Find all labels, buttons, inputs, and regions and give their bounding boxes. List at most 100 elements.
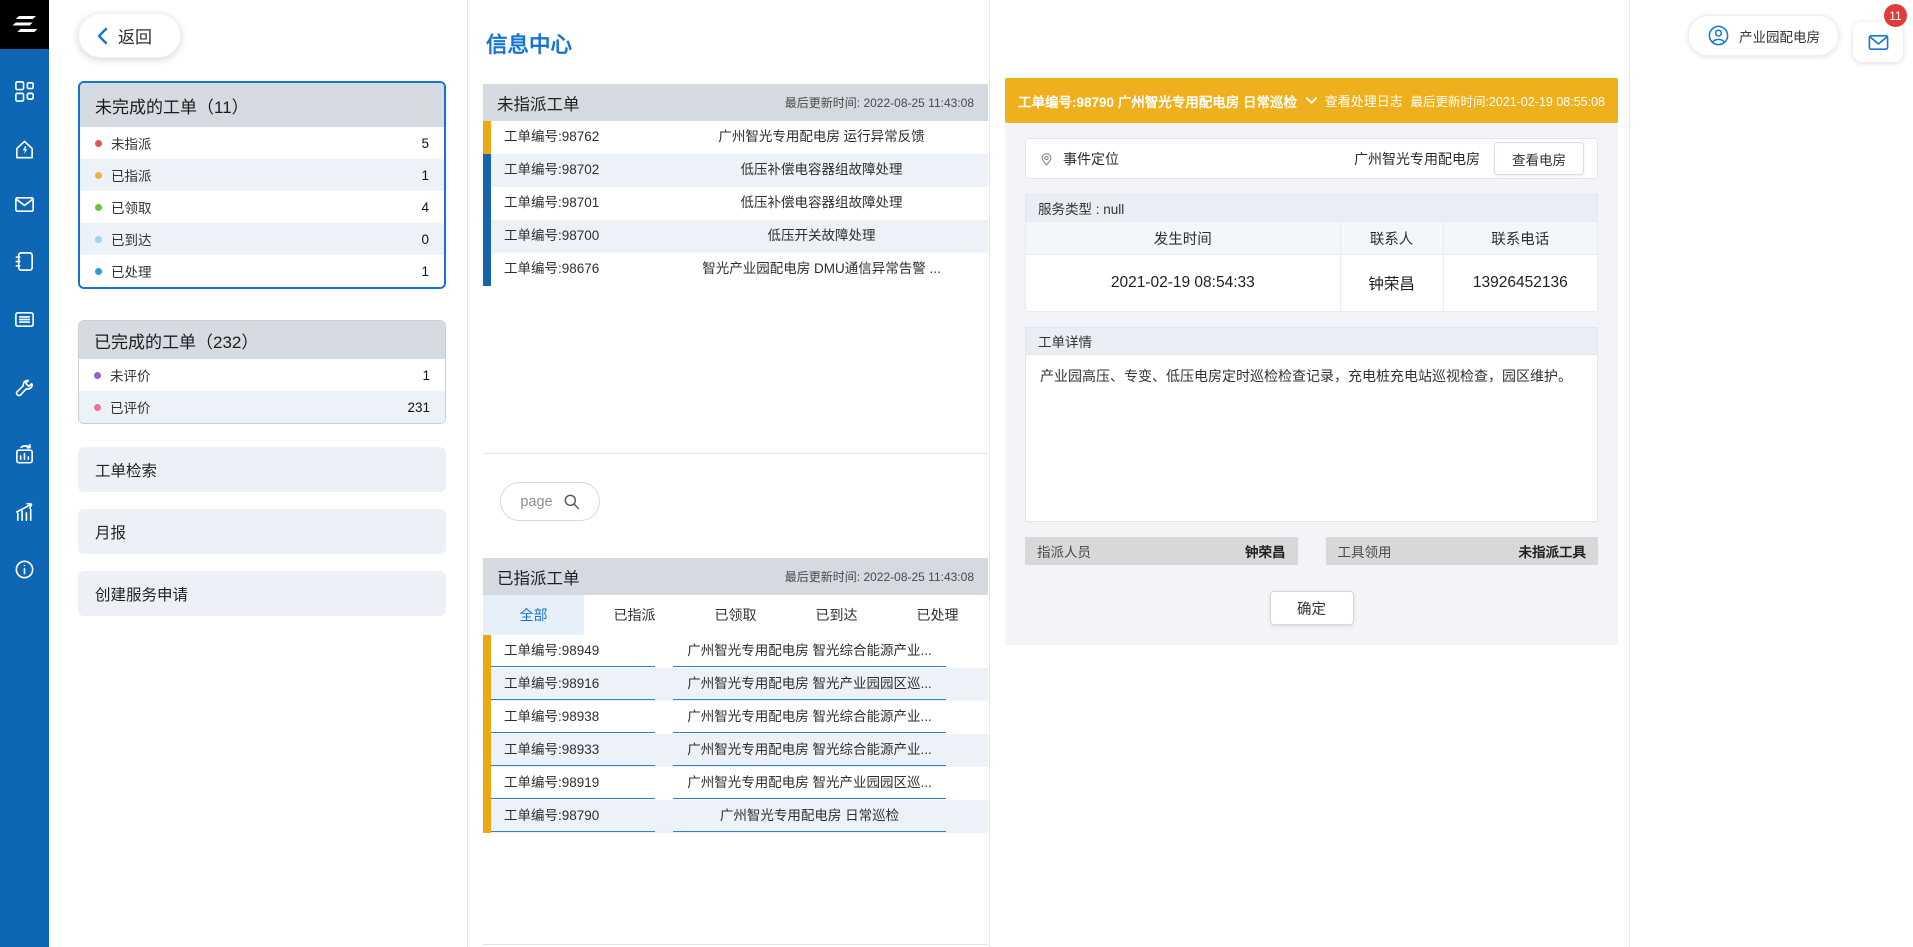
row-status-bar (483, 220, 491, 253)
assigned-tab-bar: 全部 已指派 已领取 已到达 已处理 (483, 595, 988, 635)
status-label: 未指派 (111, 133, 152, 153)
row-status-bar (483, 187, 491, 220)
assignee-value: 钟荣昌 (1245, 541, 1286, 561)
status-dot-icon (94, 404, 101, 411)
info-icon[interactable] (13, 558, 36, 581)
event-location-label: 事件定位 (1063, 149, 1119, 169)
status-row[interactable]: 已指派 1 (80, 159, 444, 191)
assignee-label: 指派人员 (1037, 541, 1091, 561)
wrench-icon[interactable] (13, 378, 36, 401)
assigned-updated-time: 最后更新时间: 2022-08-25 11:43:08 (785, 568, 974, 585)
page-search-input[interactable]: page (500, 482, 600, 521)
center-column-divider (989, 0, 990, 947)
tools-value: 未指派工具 (1519, 541, 1587, 561)
event-location-card: 事件定位 广州智光专用配电房 查看电房 (1025, 138, 1598, 179)
order-description: 广州智光专用配电房 运行异常反馈 (655, 121, 988, 154)
row-status-bar (483, 767, 491, 800)
row-status-bar (483, 121, 491, 154)
unfinished-orders-card[interactable]: 未完成的工单（11） 未指派 5 已指派 1 已领取 4 已到达 (78, 81, 446, 289)
current-user-button[interactable]: 产业园配电房 (1688, 15, 1839, 56)
location-pin-icon (1039, 151, 1054, 167)
unassigned-panel-title: 未指派工单 (497, 91, 580, 115)
status-dot-icon (95, 140, 102, 147)
view-power-room-button[interactable]: 查看电房 (1494, 142, 1584, 175)
order-description: 广州智光专用配电房 智光产业园园区巡... (673, 767, 946, 799)
order-number: 工单编号:98933 (491, 734, 655, 766)
status-row[interactable]: 已处理 1 (80, 255, 444, 287)
tools-label: 工具领用 (1338, 541, 1392, 561)
order-number: 工单编号:98916 (491, 668, 655, 700)
status-row[interactable]: 已到达 0 (80, 223, 444, 255)
envelope-icon (1867, 31, 1890, 54)
work-order-row[interactable]: 工单编号:98919 广州智光专用配电房 智光产业园园区巡... (483, 767, 988, 800)
home-energy-icon[interactable] (13, 138, 36, 161)
menu-create-service-request[interactable]: 创建服务申请 (78, 571, 446, 616)
tools-bar: 工具领用 未指派工具 (1326, 537, 1599, 565)
assigned-tab[interactable]: 已领取 (685, 595, 786, 635)
assigned-tab[interactable]: 已处理 (887, 595, 988, 635)
trend-chart-icon[interactable] (13, 500, 36, 523)
work-order-row[interactable]: 工单编号:98762 广州智光专用配电房 运行异常反馈 (483, 121, 988, 154)
unassigned-order-list: 工单编号:98762 广州智光专用配电房 运行异常反馈 工单编号:98702 低… (483, 121, 988, 454)
order-description: 低压补偿电容器组故障处理 (655, 187, 988, 220)
order-detail-updated-time: 最后更新时间:2021-02-19 08:55:08 (1410, 91, 1605, 110)
status-row[interactable]: 已领取 4 (80, 191, 444, 223)
assignment-bars: 指派人员 钟荣昌 工具领用 未指派工具 (1025, 537, 1598, 565)
unassigned-updated-time: 最后更新时间: 2022-08-25 11:43:08 (785, 94, 974, 111)
work-order-row[interactable]: 工单编号:98702 低压补偿电容器组故障处理 (483, 154, 988, 187)
chevron-left-icon (97, 27, 108, 45)
finished-orders-title: 已完成的工单（232） (79, 321, 445, 359)
assigned-tab[interactable]: 已指派 (584, 595, 685, 635)
task-list-icon[interactable] (13, 308, 36, 331)
order-number: 工单编号:98949 (491, 635, 655, 667)
work-order-row[interactable]: 工单编号:98700 低压开关故障处理 (483, 220, 988, 253)
messages-button[interactable] (1853, 22, 1903, 62)
status-row[interactable]: 已评价 231 (79, 391, 445, 423)
unassigned-panel-header: 未指派工单 最后更新时间: 2022-08-25 11:43:08 (483, 84, 988, 121)
row-status-bar (483, 635, 491, 668)
chevron-down-icon (1305, 96, 1318, 105)
work-order-row[interactable]: 工单编号:98916 广州智光专用配电房 智光产业园园区巡... (483, 668, 988, 701)
status-row[interactable]: 未指派 5 (80, 127, 444, 159)
status-count: 1 (421, 168, 429, 183)
status-row[interactable]: 未评价 1 (79, 359, 445, 391)
apps-grid-icon[interactable] (13, 79, 36, 102)
status-count: 231 (407, 400, 430, 415)
finished-orders-card[interactable]: 已完成的工单（232） 未评价 1 已评价 231 (78, 320, 446, 424)
status-count: 4 (421, 200, 429, 215)
confirm-button[interactable]: 确定 (1270, 591, 1354, 625)
order-description: 广州智光专用配电房 智光综合能源产业... (673, 734, 946, 766)
order-number: 工单编号:98790 (491, 800, 655, 832)
status-label: 已指派 (111, 165, 152, 185)
work-order-row[interactable]: 工单编号:98676 智光产业园配电房 DMU通信异常告警 ... (483, 253, 988, 286)
assigned-order-list: 工单编号:98949 广州智光专用配电房 智光综合能源产业... 工单编号:98… (483, 635, 988, 945)
work-order-row[interactable]: 工单编号:98938 广州智光专用配电房 智光综合能源产业... (483, 701, 988, 734)
order-number: 工单编号:98702 (491, 154, 655, 187)
column-header-time: 发生时间 (1026, 222, 1341, 255)
row-status-bar (483, 668, 491, 701)
sidebar (0, 0, 49, 947)
app-logo[interactable] (0, 0, 49, 49)
work-order-row[interactable]: 工单编号:98790 广州智光专用配电房 日常巡检 (483, 800, 988, 833)
view-process-log-link[interactable]: 查看处理日志 (1305, 91, 1403, 110)
work-order-row[interactable]: 工单编号:98701 低压补偿电容器组故障处理 (483, 187, 988, 220)
contact-table: 发生时间 联系人 联系电话 2021-02-19 08:54:33 钟荣昌 13… (1025, 221, 1598, 312)
back-label: 返回 (118, 23, 152, 48)
finished-status-list: 未评价 1 已评价 231 (79, 359, 445, 423)
notebook-icon[interactable] (13, 250, 36, 273)
view-process-log-label: 查看处理日志 (1325, 91, 1403, 110)
row-status-bar (483, 253, 491, 286)
menu-monthly-report[interactable]: 月报 (78, 509, 446, 554)
assigned-panel-title: 已指派工单 (497, 565, 580, 589)
work-order-row[interactable]: 工单编号:98933 广州智光专用配电房 智光综合能源产业... (483, 734, 988, 767)
mail-icon[interactable] (13, 193, 36, 216)
menu-order-search[interactable]: 工单检索 (78, 447, 446, 492)
status-label: 已领取 (111, 197, 152, 217)
status-dot-icon (95, 204, 102, 211)
work-order-row[interactable]: 工单编号:98949 广州智光专用配电房 智光综合能源产业... (483, 635, 988, 668)
assigned-tab[interactable]: 全部 (483, 595, 584, 635)
report-chart-icon[interactable] (13, 443, 36, 466)
back-button[interactable]: 返回 (78, 13, 181, 58)
assigned-tab[interactable]: 已到达 (786, 595, 887, 635)
page-search-text: page (520, 494, 552, 510)
